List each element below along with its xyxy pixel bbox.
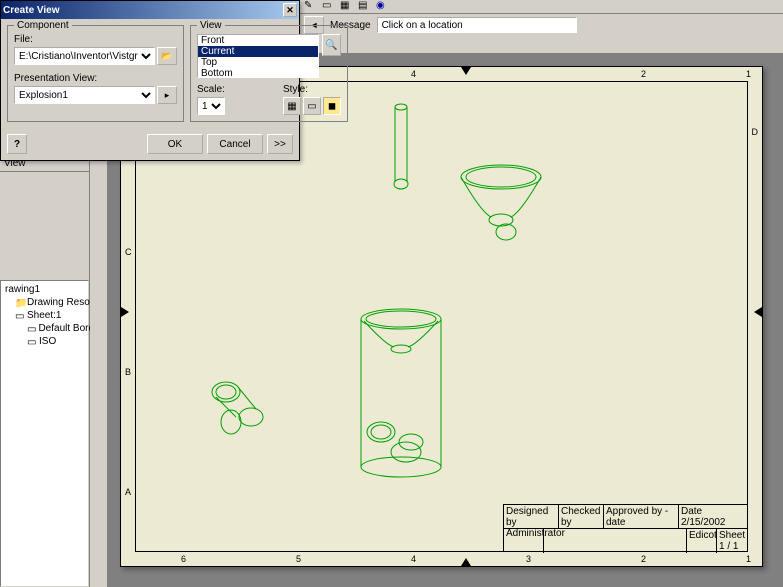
tree-item-border[interactable]: ▭Default Border	[3, 322, 86, 335]
arrow-right	[754, 307, 762, 317]
wireframe-rod	[391, 102, 411, 192]
zone-left-b: B	[125, 367, 131, 377]
zone-bot-6: 6	[181, 554, 186, 564]
presentation-label: Presentation View:	[14, 73, 177, 84]
style-label: Style:	[283, 84, 341, 95]
tool-icon-4[interactable]: ▤	[358, 0, 374, 14]
tb-date-value: 2/15/2002	[681, 517, 745, 528]
wireframe-elbow	[206, 367, 281, 442]
tree-item-resources[interactable]: 📁Drawing Resources	[3, 296, 86, 309]
view-orientation-list[interactable]: Front Current Top Bottom Left	[197, 34, 319, 78]
view-option-bottom[interactable]: Bottom	[198, 68, 318, 78]
change-orientation-button[interactable]: 🔍	[322, 34, 341, 56]
tree-item-iso[interactable]: ▭ISO	[3, 335, 86, 348]
zone-bot-3: 3	[526, 554, 531, 564]
view-option-front[interactable]: Front	[198, 35, 318, 46]
title-block: Designed byAdministrator Checked by Appr…	[503, 504, 748, 552]
arrow-top	[461, 67, 471, 75]
zone-left-c: C	[125, 247, 132, 257]
browser-panel: rawing1 📁Drawing Resources ▭Sheet:1 ▭Def…	[0, 280, 89, 587]
tb-designed-label: Designed by	[506, 506, 556, 528]
tool-icon-3[interactable]: ▦	[340, 0, 356, 14]
zone-bot-1: 1	[746, 554, 751, 564]
tb-date-label: Date	[681, 506, 745, 517]
tree-item-sheet[interactable]: ▭Sheet:1	[3, 309, 86, 322]
ok-button[interactable]: OK	[147, 134, 203, 154]
wireframe-cylinder-assembly	[356, 307, 446, 487]
scale-label: Scale:	[197, 84, 277, 95]
view-title: View	[197, 20, 225, 31]
tree-root[interactable]: rawing1	[3, 283, 86, 296]
wireframe-funnel	[456, 162, 546, 247]
file-label: File:	[14, 34, 177, 45]
zone-top-1: 1	[746, 69, 751, 79]
component-groupbox: Component File: E:\Cristiano\Inventor\Vi…	[7, 25, 184, 122]
zone-bot-5: 5	[296, 554, 301, 564]
zone-bot-2: 2	[641, 554, 646, 564]
style-hidden-removed-button[interactable]: ▭	[303, 97, 321, 115]
arrow-left	[121, 307, 129, 317]
style-shaded-button[interactable]: ◼	[323, 97, 341, 115]
presentation-dropdown[interactable]: Explosion1	[14, 86, 155, 104]
help-button[interactable]: ?	[7, 134, 27, 154]
cancel-button[interactable]: Cancel	[207, 134, 263, 154]
dialog-title: Create View	[3, 5, 60, 16]
create-view-dialog: Create View ✕ Component File: E:\Cristia…	[0, 0, 300, 161]
dialog-titlebar[interactable]: Create View ✕	[1, 1, 299, 19]
scale-dropdown[interactable]: 1	[197, 97, 225, 115]
tb-approved-label: Approved by - date	[606, 506, 676, 528]
expand-button[interactable]: >>	[267, 134, 293, 154]
tool-icon-5[interactable]: ◉	[376, 0, 392, 14]
browse-file-button[interactable]: 📂	[157, 47, 177, 65]
zone-left-a: A	[125, 487, 131, 497]
presentation-browse-button[interactable]: ▸	[157, 86, 177, 104]
tb-sheet-label: Sheet	[719, 530, 745, 541]
message-bar: ◄ Message	[300, 14, 783, 36]
tb-sheet-value: 1 / 1	[719, 541, 745, 552]
tb-edition: Edicot	[689, 530, 714, 541]
message-input[interactable]	[377, 17, 577, 33]
tb-checked-label: Checked by	[561, 506, 601, 528]
arrow-bottom	[461, 558, 471, 566]
view-groupbox: View Front Current Top Bottom Left 🔍 Sca…	[190, 25, 348, 122]
zone-right-d: D	[752, 127, 759, 137]
zone-top-4: 4	[411, 69, 416, 79]
close-icon[interactable]: ✕	[283, 3, 297, 17]
file-dropdown[interactable]: E:\Cristiano\Inventor\Vistgr	[14, 47, 155, 65]
tool-icon-2[interactable]: ▭	[322, 0, 338, 14]
view-option-current[interactable]: Current	[198, 46, 318, 57]
zone-bot-4: 4	[411, 554, 416, 564]
style-hidden-line-button[interactable]: ▦	[283, 97, 301, 115]
tool-icon-1[interactable]: ✎	[304, 0, 320, 14]
component-title: Component	[14, 20, 72, 31]
view-option-top[interactable]: Top	[198, 57, 318, 68]
zone-top-2: 2	[641, 69, 646, 79]
